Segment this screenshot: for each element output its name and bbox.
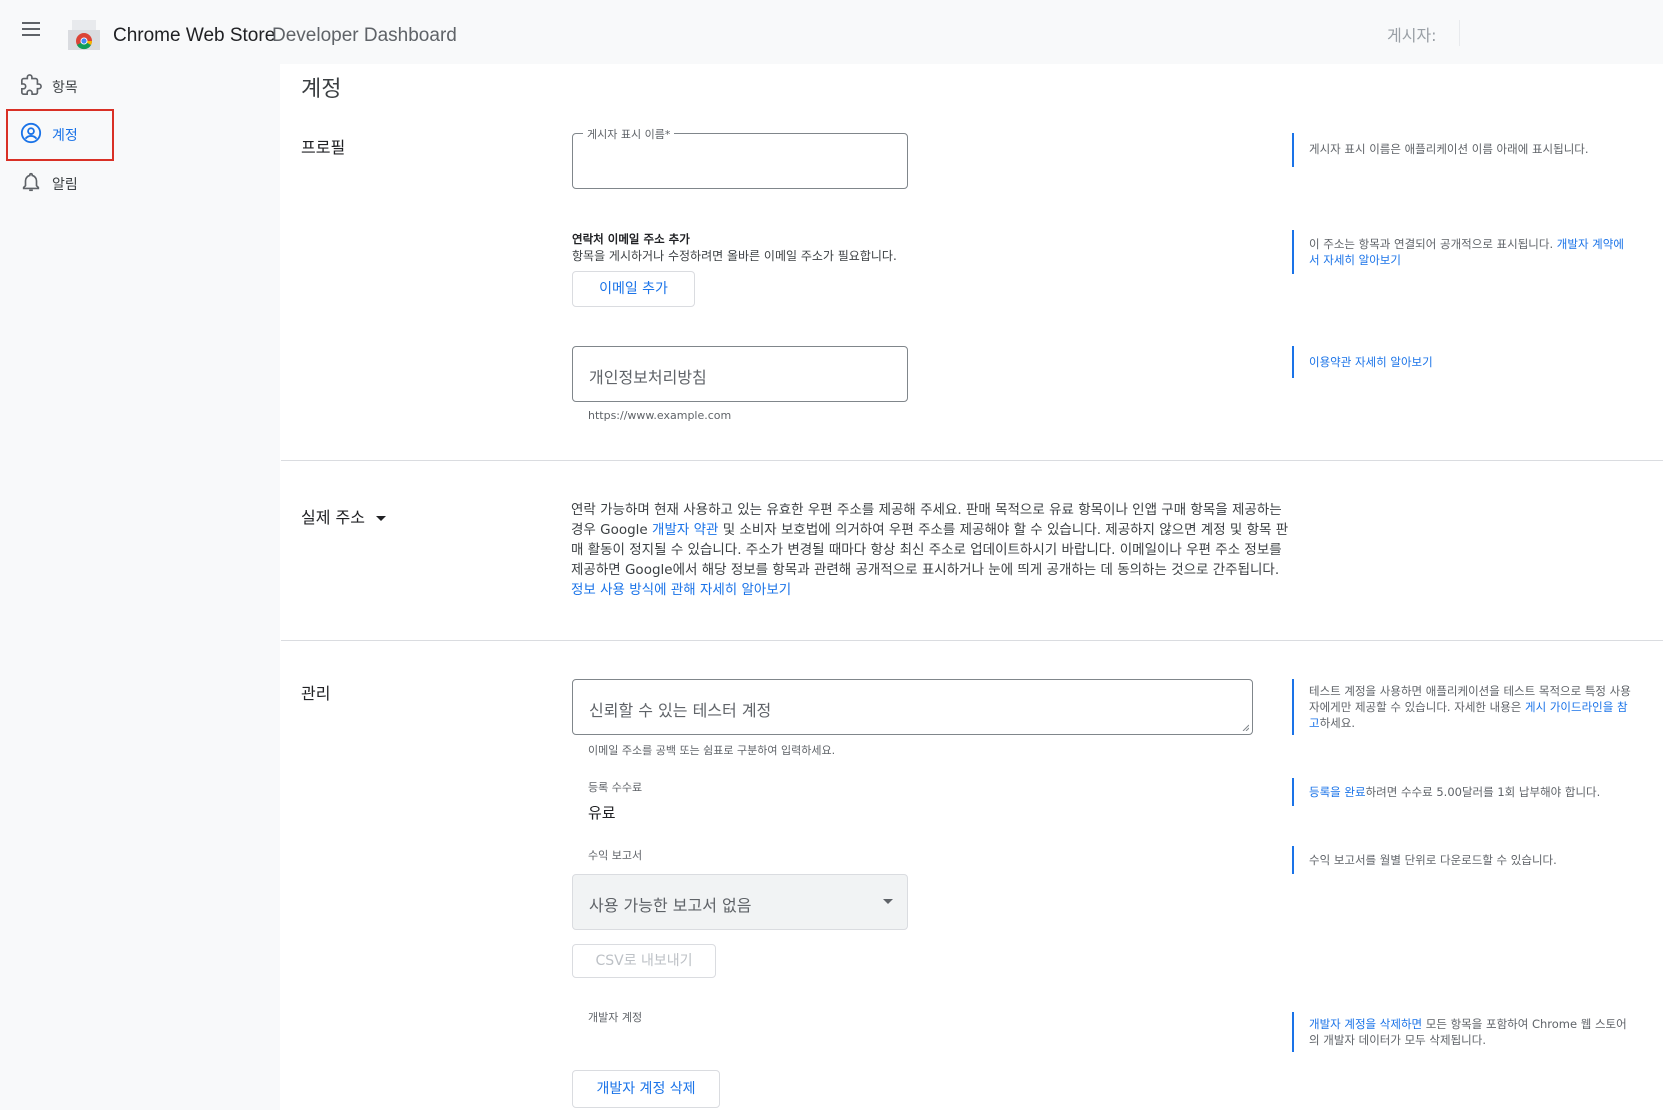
privacy-policy-placeholder: 개인정보처리방침 — [589, 368, 707, 387]
trusted-testers-field[interactable]: 신뢰할 수 있는 테스터 계정 — [572, 679, 1253, 735]
section-title-profile: 프로필 — [301, 138, 346, 157]
display-name-help: 게시자 표시 이름은 애플리케이션 이름 아래에 표시됩니다. — [1292, 133, 1617, 167]
trusted-testers-placeholder: 신뢰할 수 있는 테스터 계정 — [589, 701, 772, 720]
caret-down-icon — [376, 516, 387, 521]
terms-learn-more-link[interactable]: 이용약관 자세히 알아보기 — [1309, 355, 1433, 369]
display-name-field[interactable]: 게시자 표시 이름* — [572, 126, 908, 189]
section-title-address[interactable]: 실제 주소 — [301, 504, 387, 528]
page-title: 계정 — [301, 77, 342, 102]
delete-account-help-link[interactable]: 개발자 계정을 삭제하면 — [1309, 1017, 1422, 1031]
section-divider — [281, 460, 1663, 461]
privacy-policy-field[interactable]: 개인정보처리방침 — [572, 346, 908, 402]
developer-terms-link[interactable]: 개발자 약관 — [652, 522, 718, 538]
dropdown-arrow-icon — [883, 899, 893, 904]
sidebar-item-notifications[interactable]: 알림 — [0, 163, 280, 203]
app-title: Chrome Web Store — [113, 25, 276, 46]
contact-email-description: 항목을 게시하거나 수정하려면 올바른 이메일 주소가 필요합니다. — [572, 249, 897, 263]
puzzle-icon — [20, 74, 42, 96]
active-item-highlight — [6, 109, 114, 161]
delete-developer-account-button[interactable]: 개발자 계정 삭제 — [572, 1070, 720, 1108]
sidebar-item-label: 항목 — [52, 80, 78, 96]
contact-email-title: 연락처 이메일 주소 추가 — [572, 232, 690, 246]
publisher-label: 게시자: — [1387, 26, 1437, 45]
display-name-label: 게시자 표시 이름* — [583, 126, 675, 142]
address-title-label: 실제 주소 — [301, 508, 365, 527]
revenue-report-select-value: 사용 가능한 보고서 없음 — [589, 896, 752, 915]
resize-grip-icon[interactable] — [1241, 723, 1249, 731]
contact-email-help: 이 주소는 항목과 연결되어 공개적으로 표시됩니다. 개발자 계약에서 자세히… — [1292, 230, 1634, 274]
sidebar-item-label: 알림 — [52, 177, 78, 193]
privacy-help: 이용약관 자세히 알아보기 — [1292, 346, 1634, 378]
bell-icon — [20, 171, 42, 193]
app-subtitle: Developer Dashboard — [272, 25, 457, 46]
complete-registration-link[interactable]: 등록을 완료 — [1309, 785, 1366, 799]
top-app-bar: Chrome Web Store Developer Dashboard 게시자… — [0, 0, 1663, 64]
address-description: 연락 가능하며 현재 사용하고 있는 유효한 우편 주소를 제공해 주세요. 판… — [571, 500, 1291, 600]
hamburger-menu-icon[interactable] — [22, 22, 44, 40]
sidebar: 항목 계정 알림 — [0, 64, 280, 1110]
contact-email-help-text: 이 주소는 항목과 연결되어 공개적으로 표시됩니다. — [1309, 237, 1554, 251]
privacy-policy-hint: https://www.example.com — [588, 409, 732, 422]
sidebar-item-items[interactable]: 항목 — [0, 66, 280, 106]
revenue-report-select[interactable]: 사용 가능한 보고서 없음 — [572, 874, 908, 930]
add-email-button[interactable]: 이메일 추가 — [572, 271, 695, 307]
data-usage-learn-more-link[interactable]: 정보 사용 방식에 관해 자세히 알아보기 — [571, 582, 791, 598]
publisher-separator — [1459, 20, 1460, 46]
chrome-web-store-logo — [68, 20, 100, 50]
